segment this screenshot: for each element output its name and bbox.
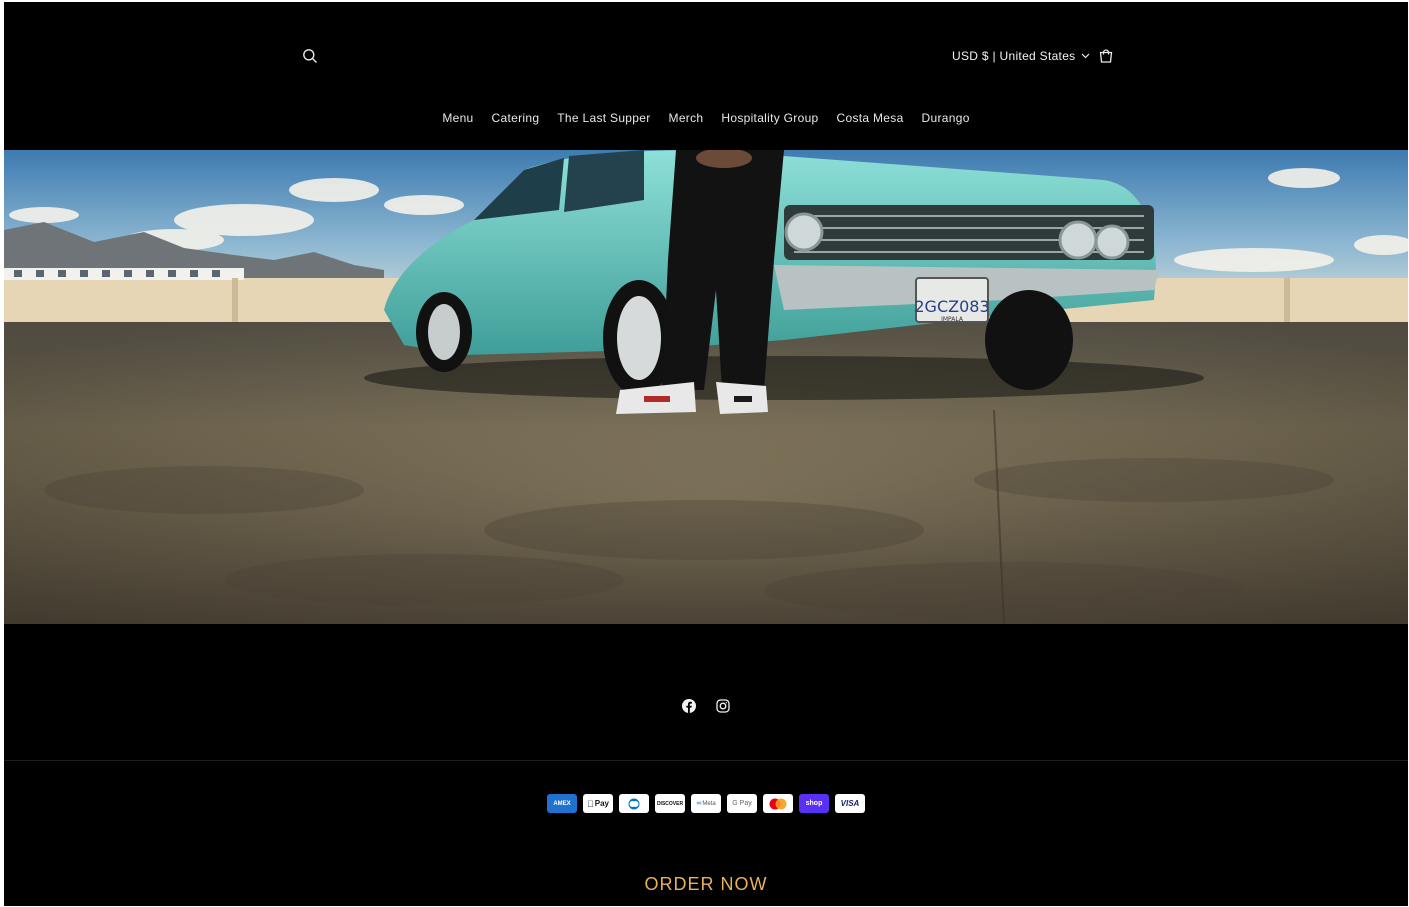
apple-pay-icon: Pay <box>583 794 613 813</box>
instagram-link[interactable] <box>714 697 732 715</box>
meta-pay-label: Meta <box>702 800 716 807</box>
hero-car-photo: 2GCZ083 IMPALA <box>4 150 1408 624</box>
nav-item-catering[interactable]: Catering <box>483 108 549 128</box>
facebook-icon <box>682 699 696 713</box>
nav-item-costa-mesa[interactable]: Costa Mesa <box>828 108 913 128</box>
visa-label: VISA <box>840 799 860 808</box>
discover-icon: DISCOVER <box>655 794 685 813</box>
chevron-down-icon <box>1082 53 1090 59</box>
apple-pay-label: Pay <box>591 799 609 808</box>
footer-divider <box>4 760 1408 761</box>
facebook-link[interactable] <box>680 697 698 715</box>
meta-pay-icon: ∞ Meta <box>691 794 721 813</box>
google-pay-label: G Pay <box>732 800 752 807</box>
discover-label: DISCOVER <box>656 800 684 807</box>
license-plate-text: 2GCZ083 <box>914 297 989 316</box>
shop-pay-icon: shop <box>799 794 829 813</box>
currency-label: USD $ | United States <box>952 49 1076 63</box>
social-links <box>4 695 1408 717</box>
nav-item-menu[interactable]: Menu <box>433 108 482 128</box>
license-plate-model: IMPALA <box>941 316 964 323</box>
nav-item-hospitality-group[interactable]: Hospitality Group <box>712 108 827 128</box>
visa-icon: VISA <box>835 794 865 813</box>
payment-methods: AMEX Pay DISCOVER ∞Meta G Pay shop VISA <box>4 794 1408 814</box>
nav-item-durango[interactable]: Durango <box>913 108 979 128</box>
search-icon <box>303 49 317 63</box>
hero-image: 2GCZ083 IMPALA <box>4 150 1408 624</box>
shop-pay-label: shop <box>805 800 823 807</box>
cart-icon <box>1099 49 1113 63</box>
google-pay-icon: G Pay <box>727 794 757 813</box>
site-header: USD $ | United States Menu Catering The … <box>4 2 1408 150</box>
page-frame: USD $ | United States Menu Catering The … <box>4 2 1408 906</box>
currency-selector[interactable]: USD $ | United States <box>952 46 1090 66</box>
search-button[interactable] <box>298 44 322 68</box>
mastercard-icon <box>763 794 793 813</box>
main-nav: Menu Catering The Last Supper Merch Hosp… <box>4 108 1408 128</box>
nav-item-the-last-supper[interactable]: The Last Supper <box>548 108 659 128</box>
diners-club-icon <box>619 794 649 813</box>
nav-item-merch[interactable]: Merch <box>660 108 713 128</box>
cart-button[interactable] <box>1094 44 1118 68</box>
amex-icon: AMEX <box>547 794 577 813</box>
amex-label: AMEX <box>553 800 571 807</box>
instagram-icon <box>716 699 730 713</box>
order-now-link[interactable]: ORDER NOW <box>4 874 1408 895</box>
